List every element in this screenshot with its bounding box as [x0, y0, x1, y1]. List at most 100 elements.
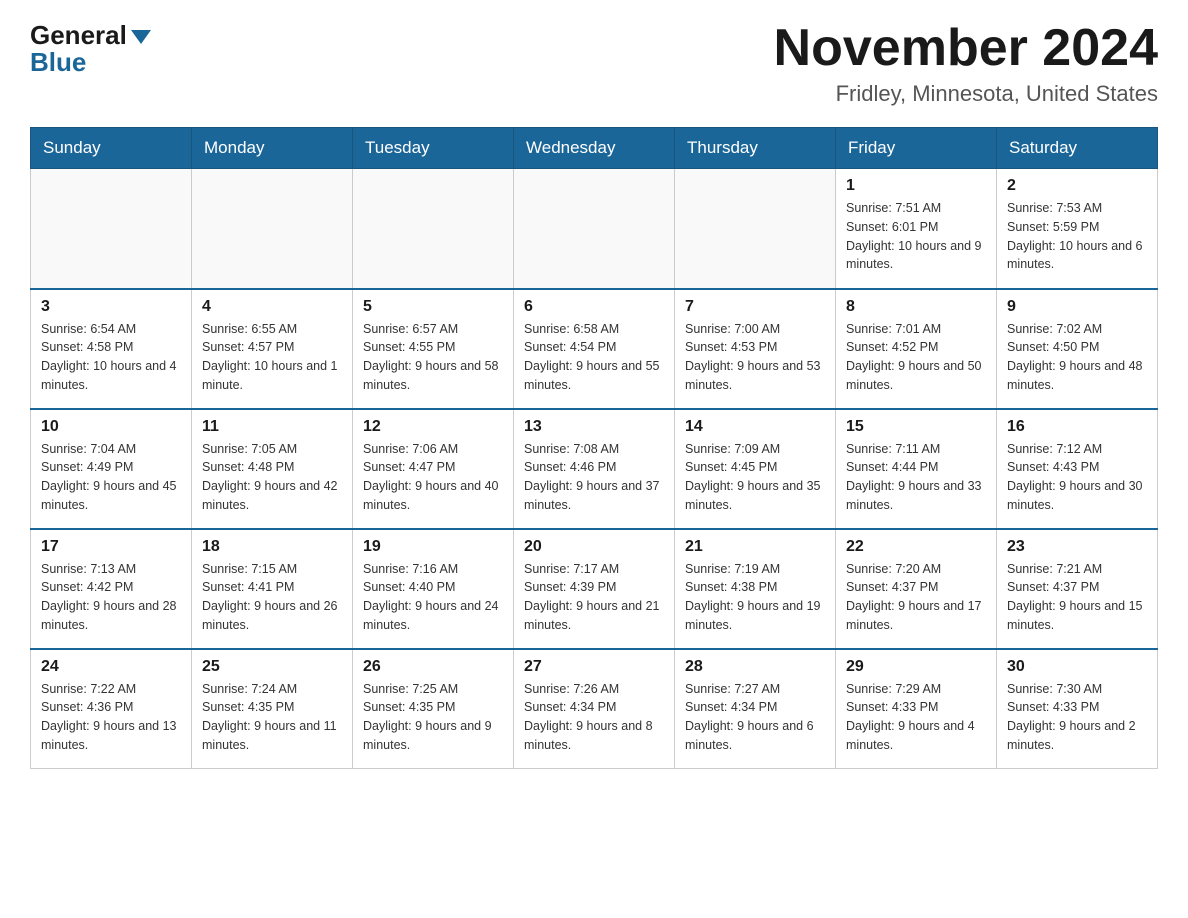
day-info: Sunrise: 6:57 AM Sunset: 4:55 PM Dayligh…	[363, 320, 503, 395]
day-info: Sunrise: 6:54 AM Sunset: 4:58 PM Dayligh…	[41, 320, 181, 395]
day-number: 23	[1007, 538, 1147, 556]
day-of-week-header: Thursday	[675, 128, 836, 169]
calendar-table: SundayMondayTuesdayWednesdayThursdayFrid…	[30, 127, 1158, 769]
calendar-day-cell: 29 Sunrise: 7:29 AM Sunset: 4:33 PM Dayli…	[836, 649, 997, 769]
day-number: 11	[202, 418, 342, 436]
calendar-day-cell: 3 Sunrise: 6:54 AM Sunset: 4:58 PM Daylig…	[31, 289, 192, 409]
logo-blue-text: Blue	[30, 47, 86, 78]
day-info: Sunrise: 7:01 AM Sunset: 4:52 PM Dayligh…	[846, 320, 986, 395]
calendar-week-row: 1 Sunrise: 7:51 AM Sunset: 6:01 PM Daylig…	[31, 169, 1158, 289]
day-number: 30	[1007, 658, 1147, 676]
day-number: 12	[363, 418, 503, 436]
calendar-header-row: SundayMondayTuesdayWednesdayThursdayFrid…	[31, 128, 1158, 169]
calendar-day-cell: 20Sunrise: 7:17 AM Sunset: 4:39 PM Dayli…	[514, 529, 675, 649]
calendar-day-cell: 2Sunrise: 7:53 AM Sunset: 5:59 PM Daylig…	[997, 169, 1158, 289]
day-info: Sunrise: 7:29 AM Sunset: 4:33 PM Dayligh…	[846, 680, 986, 755]
calendar-week-row: 3 Sunrise: 6:54 AM Sunset: 4:58 PM Daylig…	[31, 289, 1158, 409]
day-of-week-header: Friday	[836, 128, 997, 169]
day-info: Sunrise: 7:27 AM Sunset: 4:34 PM Dayligh…	[685, 680, 825, 755]
day-number: 29	[846, 658, 986, 676]
day-number: 7	[685, 298, 825, 316]
calendar-day-cell: 10 Sunrise: 7:04 AM Sunset: 4:49 PM Dayli…	[31, 409, 192, 529]
calendar-week-row: 17 Sunrise: 7:13 AM Sunset: 4:42 PM Dayli…	[31, 529, 1158, 649]
logo: General Blue	[30, 20, 151, 78]
day-number: 13	[524, 418, 664, 436]
day-info: Sunrise: 7:51 AM Sunset: 6:01 PM Dayligh…	[846, 199, 986, 274]
day-info: Sunrise: 7:04 AM Sunset: 4:49 PM Dayligh…	[41, 440, 181, 515]
day-number: 10	[41, 418, 181, 436]
location-text: Fridley, Minnesota, United States	[774, 81, 1158, 107]
calendar-day-cell: 27Sunrise: 7:26 AM Sunset: 4:34 PM Dayli…	[514, 649, 675, 769]
calendar-day-cell: 5 Sunrise: 6:57 AM Sunset: 4:55 PM Daylig…	[353, 289, 514, 409]
day-info: Sunrise: 7:30 AM Sunset: 4:33 PM Dayligh…	[1007, 680, 1147, 755]
day-number: 16	[1007, 418, 1147, 436]
day-number: 17	[41, 538, 181, 556]
day-info: Sunrise: 7:15 AM Sunset: 4:41 PM Dayligh…	[202, 560, 342, 635]
calendar-day-cell: 13 Sunrise: 7:08 AM Sunset: 4:46 PM Dayli…	[514, 409, 675, 529]
day-info: Sunrise: 7:24 AM Sunset: 4:35 PM Dayligh…	[202, 680, 342, 755]
calendar-day-cell: 14 Sunrise: 7:09 AM Sunset: 4:45 PM Dayli…	[675, 409, 836, 529]
calendar-day-cell	[353, 169, 514, 289]
calendar-day-cell: 18 Sunrise: 7:15 AM Sunset: 4:41 PM Dayli…	[192, 529, 353, 649]
day-info: Sunrise: 7:12 AM Sunset: 4:43 PM Dayligh…	[1007, 440, 1147, 515]
calendar-day-cell: 8 Sunrise: 7:01 AM Sunset: 4:52 PM Daylig…	[836, 289, 997, 409]
day-info: Sunrise: 7:16 AM Sunset: 4:40 PM Dayligh…	[363, 560, 503, 635]
calendar-day-cell: 23 Sunrise: 7:21 AM Sunset: 4:37 PM Dayli…	[997, 529, 1158, 649]
day-info: Sunrise: 7:17 AM Sunset: 4:39 PM Dayligh…	[524, 560, 664, 635]
calendar-day-cell: 7 Sunrise: 7:00 AM Sunset: 4:53 PM Daylig…	[675, 289, 836, 409]
day-number: 14	[685, 418, 825, 436]
calendar-week-row: 24Sunrise: 7:22 AM Sunset: 4:36 PM Dayli…	[31, 649, 1158, 769]
calendar-week-row: 10 Sunrise: 7:04 AM Sunset: 4:49 PM Dayli…	[31, 409, 1158, 529]
calendar-day-cell: 22Sunrise: 7:20 AM Sunset: 4:37 PM Dayli…	[836, 529, 997, 649]
day-info: Sunrise: 7:09 AM Sunset: 4:45 PM Dayligh…	[685, 440, 825, 515]
day-number: 4	[202, 298, 342, 316]
day-of-week-header: Wednesday	[514, 128, 675, 169]
calendar-day-cell	[675, 169, 836, 289]
calendar-day-cell: 6Sunrise: 6:58 AM Sunset: 4:54 PM Daylig…	[514, 289, 675, 409]
day-info: Sunrise: 7:02 AM Sunset: 4:50 PM Dayligh…	[1007, 320, 1147, 395]
day-info: Sunrise: 7:06 AM Sunset: 4:47 PM Dayligh…	[363, 440, 503, 515]
calendar-day-cell: 19 Sunrise: 7:16 AM Sunset: 4:40 PM Dayli…	[353, 529, 514, 649]
day-info: Sunrise: 7:00 AM Sunset: 4:53 PM Dayligh…	[685, 320, 825, 395]
day-of-week-header: Monday	[192, 128, 353, 169]
day-number: 6	[524, 298, 664, 316]
calendar-day-cell	[192, 169, 353, 289]
day-number: 27	[524, 658, 664, 676]
day-number: 19	[363, 538, 503, 556]
day-number: 3	[41, 298, 181, 316]
logo-arrow-icon	[131, 30, 151, 44]
day-number: 24	[41, 658, 181, 676]
day-info: Sunrise: 6:55 AM Sunset: 4:57 PM Dayligh…	[202, 320, 342, 395]
day-of-week-header: Sunday	[31, 128, 192, 169]
calendar-day-cell: 25Sunrise: 7:24 AM Sunset: 4:35 PM Dayli…	[192, 649, 353, 769]
calendar-day-cell: 16 Sunrise: 7:12 AM Sunset: 4:43 PM Dayli…	[997, 409, 1158, 529]
day-number: 28	[685, 658, 825, 676]
day-number: 1	[846, 177, 986, 195]
page-header: General Blue November 2024 Fridley, Minn…	[30, 20, 1158, 107]
calendar-day-cell: 28 Sunrise: 7:27 AM Sunset: 4:34 PM Dayli…	[675, 649, 836, 769]
calendar-day-cell: 1 Sunrise: 7:51 AM Sunset: 6:01 PM Daylig…	[836, 169, 997, 289]
day-number: 2	[1007, 177, 1147, 195]
day-info: Sunrise: 7:08 AM Sunset: 4:46 PM Dayligh…	[524, 440, 664, 515]
month-title: November 2024	[774, 20, 1158, 77]
day-info: Sunrise: 7:05 AM Sunset: 4:48 PM Dayligh…	[202, 440, 342, 515]
day-number: 8	[846, 298, 986, 316]
day-info: Sunrise: 7:13 AM Sunset: 4:42 PM Dayligh…	[41, 560, 181, 635]
day-info: Sunrise: 7:25 AM Sunset: 4:35 PM Dayligh…	[363, 680, 503, 755]
day-info: Sunrise: 7:19 AM Sunset: 4:38 PM Dayligh…	[685, 560, 825, 635]
day-info: Sunrise: 7:21 AM Sunset: 4:37 PM Dayligh…	[1007, 560, 1147, 635]
day-number: 15	[846, 418, 986, 436]
calendar-day-cell: 11 Sunrise: 7:05 AM Sunset: 4:48 PM Dayli…	[192, 409, 353, 529]
day-number: 18	[202, 538, 342, 556]
day-info: Sunrise: 7:20 AM Sunset: 4:37 PM Dayligh…	[846, 560, 986, 635]
calendar-day-cell	[31, 169, 192, 289]
title-section: November 2024 Fridley, Minnesota, United…	[774, 20, 1158, 107]
calendar-day-cell: 26Sunrise: 7:25 AM Sunset: 4:35 PM Dayli…	[353, 649, 514, 769]
day-number: 5	[363, 298, 503, 316]
calendar-day-cell	[514, 169, 675, 289]
calendar-day-cell: 30 Sunrise: 7:30 AM Sunset: 4:33 PM Dayli…	[997, 649, 1158, 769]
day-number: 9	[1007, 298, 1147, 316]
calendar-day-cell: 17 Sunrise: 7:13 AM Sunset: 4:42 PM Dayli…	[31, 529, 192, 649]
calendar-day-cell: 21Sunrise: 7:19 AM Sunset: 4:38 PM Dayli…	[675, 529, 836, 649]
day-of-week-header: Tuesday	[353, 128, 514, 169]
